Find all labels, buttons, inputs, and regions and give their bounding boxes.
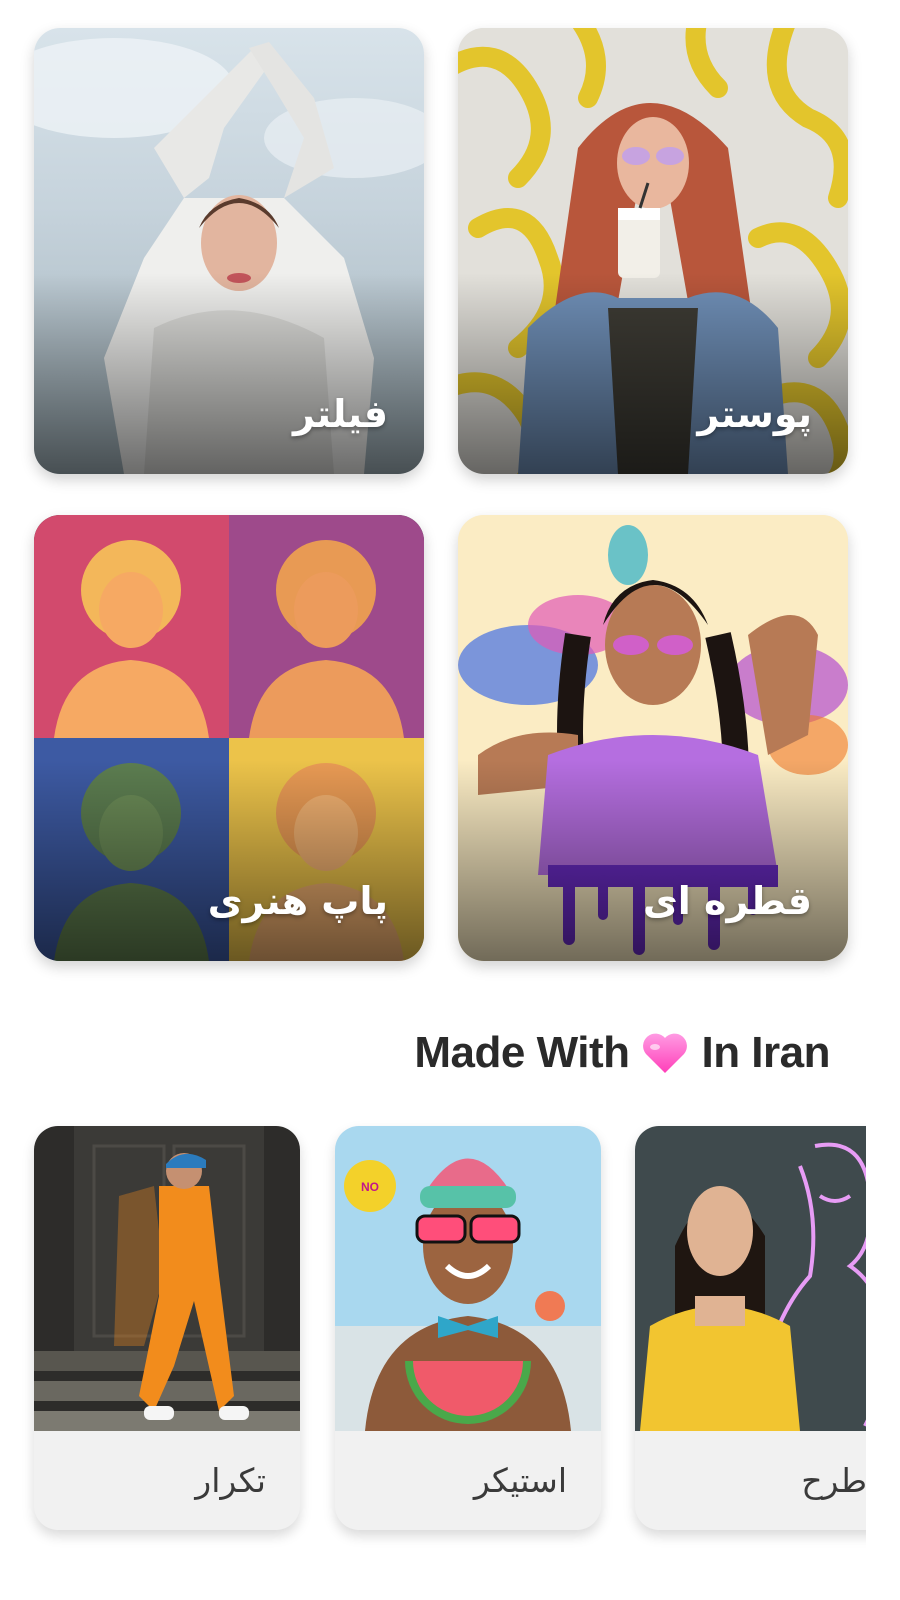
drip-card-label: قطره ای (642, 879, 812, 923)
section-heading-suffix: In Iran (701, 1028, 830, 1077)
repeat-card-label: تکرار (195, 1461, 266, 1500)
poster-card-label: پوستر (697, 392, 812, 436)
filter-card-label: فیلتر (292, 392, 388, 436)
pop-art-card-label: پاپ هنری (207, 879, 388, 923)
drip-card[interactable]: قطره ای (458, 515, 848, 961)
design-card[interactable]: طرح (635, 1126, 866, 1530)
poster-card[interactable]: پوستر (458, 28, 848, 474)
filter-card[interactable]: فیلتر (34, 28, 424, 474)
svg-text:NO: NO (361, 1180, 379, 1194)
repeat-photo (34, 1126, 300, 1431)
sticker-photo: NO (335, 1126, 601, 1431)
section-heading-prefix: Made With (414, 1028, 630, 1077)
app-screen: فیلتر پوستر پاپ هنری قطره ای Made With I… (0, 0, 900, 1600)
sticker-card-label: استیکر (473, 1461, 567, 1500)
pop-art-card[interactable]: پاپ هنری (34, 515, 424, 961)
section-heading: Made With In Iran (414, 1028, 830, 1078)
design-photo (635, 1126, 866, 1431)
effects-carousel[interactable]: تکرار NO استیکر طرح (0, 1120, 866, 1550)
sticker-card[interactable]: NO استیکر (335, 1126, 601, 1530)
pink-heart-icon (641, 1031, 689, 1075)
design-card-label: طرح (801, 1461, 866, 1500)
repeat-card[interactable]: تکرار (34, 1126, 300, 1530)
